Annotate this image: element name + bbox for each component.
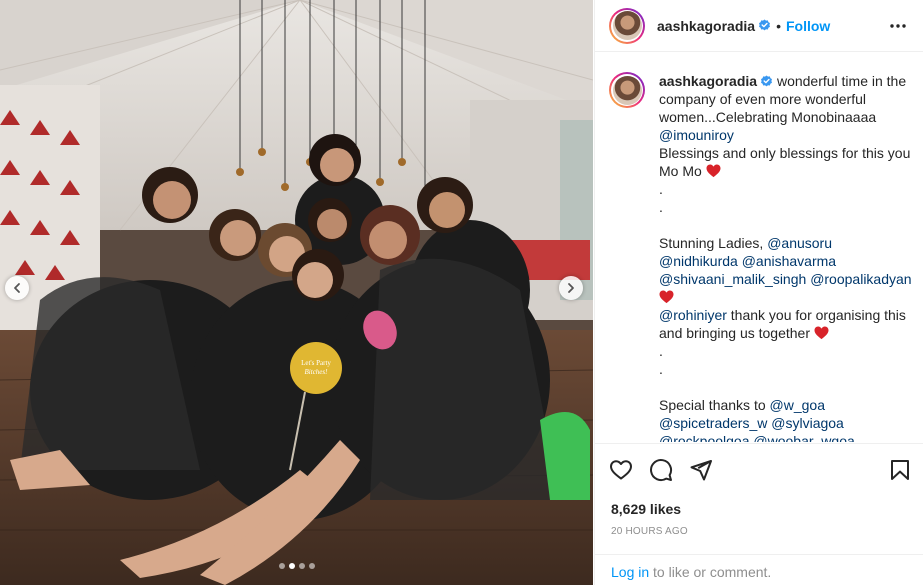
carousel-dot-active <box>288 563 295 569</box>
red-heart-emoji-icon <box>706 164 721 178</box>
mention-shivaani[interactable]: @shivaani_malik_singh <box>659 271 806 287</box>
mention-woobar[interactable]: @woobar_wgoa <box>753 433 854 442</box>
chevron-left-icon <box>14 283 20 293</box>
caption-dot: . <box>659 181 663 197</box>
save-button[interactable] <box>888 458 912 487</box>
follow-button[interactable]: Follow <box>786 18 830 34</box>
mention-imouniroy[interactable]: @imouniroy <box>659 127 734 143</box>
comment-icon[interactable] <box>649 458 673 482</box>
post-timestamp[interactable]: 20 HOURS AGO <box>611 526 688 537</box>
login-link[interactable]: Log in <box>611 564 649 580</box>
chevron-right-icon <box>568 283 574 293</box>
action-icons <box>609 458 713 482</box>
login-prompt-text: to like or comment. <box>653 564 772 580</box>
verified-badge-icon <box>761 75 773 87</box>
mention-anusoru[interactable]: @anusoru <box>767 235 832 251</box>
mention-anishavarma[interactable]: @anishavarma <box>742 253 836 269</box>
post-photo[interactable]: Let's Party Bitches! <box>0 0 593 585</box>
post-actions: 8,629 likes 20 HOURS AGO <box>595 443 923 537</box>
group-photo-illustration: Let's Party Bitches! <box>0 0 593 585</box>
login-prompt: Log in to like or comment. <box>595 554 923 586</box>
stunning-ladies-label: Stunning Ladies, <box>659 235 764 251</box>
carousel-next-button[interactable] <box>559 276 583 300</box>
post-header: aashkagoradia • Follow <box>595 0 923 52</box>
red-heart-emoji-icon <box>814 326 829 340</box>
share-icon[interactable] <box>689 458 713 482</box>
instagram-post: Let's Party Bitches! aashkagoradia • Fol… <box>0 0 923 585</box>
mention-roopalikadyan[interactable]: @roopalikadyan <box>810 271 911 287</box>
carousel-dot <box>298 563 305 569</box>
mention-nidhikurda[interactable]: @nidhikurda <box>659 253 738 269</box>
mention-sylviagoa[interactable]: @sylviagoa <box>771 415 844 431</box>
carousel-prev-button[interactable] <box>5 276 29 300</box>
save-icon[interactable] <box>888 458 912 482</box>
more-options-icon[interactable] <box>886 16 910 36</box>
red-heart-emoji-icon <box>659 290 674 304</box>
avatar[interactable] <box>609 7 645 44</box>
caption-username[interactable]: aashkagoradia <box>659 73 757 89</box>
caption-avatar[interactable] <box>609 72 645 108</box>
mention-w-goa[interactable]: @w_goa <box>770 397 825 413</box>
header-username[interactable]: aashkagoradia <box>657 18 755 34</box>
heart-icon[interactable] <box>609 458 633 482</box>
special-thanks-label: Special thanks to <box>659 397 766 413</box>
mention-spicetraders[interactable]: @spicetraders_w <box>659 415 767 431</box>
carousel-dot <box>308 563 315 569</box>
caption-scroll-area[interactable]: aashkagoradia wonderful time in the comp… <box>595 52 923 442</box>
caption-row: aashkagoradia wonderful time in the comp… <box>609 72 914 442</box>
caption-dot: . <box>659 199 663 215</box>
verified-badge-icon <box>759 19 771 31</box>
mention-rockpoolgoa[interactable]: @rockpoolgoa <box>659 433 750 442</box>
caption-line-2: Blessings and only blessings for this yo… <box>659 145 911 179</box>
caption-dot: . <box>659 361 663 377</box>
carousel-dot <box>278 563 285 569</box>
post-side-panel: aashkagoradia • Follow aashkagoradia won… <box>594 0 923 585</box>
caption-text: aashkagoradia wonderful time in the comp… <box>659 72 914 442</box>
carousel-indicator <box>0 563 593 569</box>
prop-sign-text: Let's Party Bitches! <box>301 359 331 376</box>
likes-count[interactable]: 8,629 likes <box>611 501 681 517</box>
mention-rohiniyer[interactable]: @rohiniyer <box>659 307 727 323</box>
separator-dot: • <box>776 17 781 34</box>
caption-dot: . <box>659 343 663 359</box>
